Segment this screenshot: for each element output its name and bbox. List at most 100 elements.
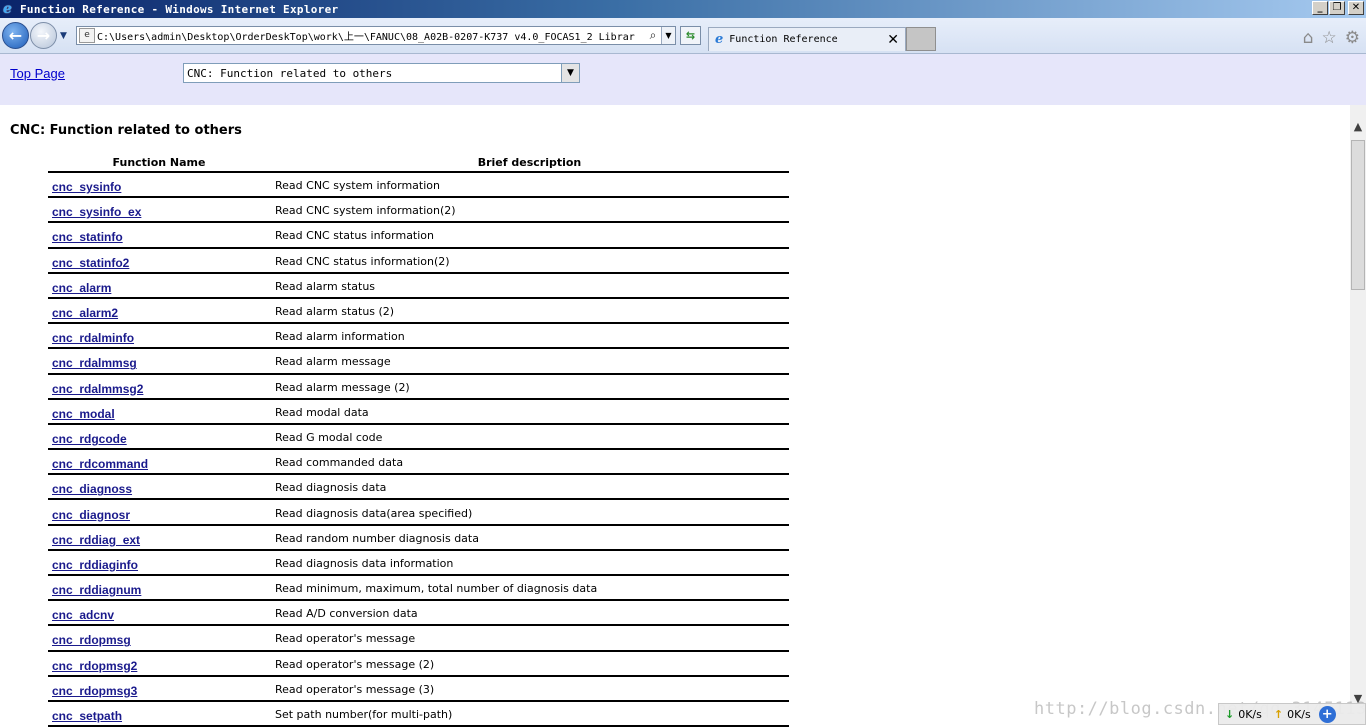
function-name-cell: cnc_rdalmmsg2 <box>48 373 270 400</box>
download-arrow-icon: ↓ <box>1225 707 1235 721</box>
scroll-thumb[interactable] <box>1351 140 1365 290</box>
table-row: cnc_rdalmmsg2 Read alarm message (2) <box>48 373 789 400</box>
function-name-cell: cnc_rdopmsg3 <box>48 675 270 702</box>
top-page-link[interactable]: Top Page <box>10 66 65 81</box>
function-name-cell: cnc_alarm <box>48 272 270 299</box>
function-description: Read operator's message (2) <box>270 650 789 677</box>
chevron-down-icon[interactable]: ▼ <box>561 64 579 82</box>
function-description: Set path number(for multi-path) <box>270 700 789 728</box>
function-description: Read alarm status <box>270 272 789 299</box>
table-row: cnc_rdgcode Read G modal code <box>48 423 789 451</box>
restore-button[interactable]: ❐ <box>1329 1 1345 15</box>
function-link[interactable]: cnc_rddiagnum <box>52 583 141 597</box>
window-title: Function Reference - Windows Internet Ex… <box>20 2 339 16</box>
forward-button[interactable]: → <box>30 22 57 49</box>
page-title: CNC: Function related to others <box>10 123 242 138</box>
function-link[interactable]: cnc_rdopmsg <box>52 633 131 647</box>
plus-icon[interactable]: + <box>1318 705 1336 723</box>
function-description: Read alarm status (2) <box>270 297 789 325</box>
minimize-button[interactable]: _ <box>1312 1 1328 15</box>
refresh-button[interactable]: ⇆ <box>680 26 701 45</box>
function-link[interactable]: cnc_statinfo <box>52 230 123 244</box>
function-description: Read diagnosis data information <box>270 549 789 577</box>
table-row: cnc_alarm Read alarm status <box>48 272 789 299</box>
function-link[interactable]: cnc_rdalmmsg2 <box>52 382 143 396</box>
function-name-cell: cnc_rdopmsg <box>48 625 270 652</box>
table-row: cnc_rdcommand Read commanded data <box>48 449 789 476</box>
function-link[interactable]: cnc_alarm <box>52 281 111 295</box>
vertical-scrollbar[interactable]: ▲ ▼ <box>1350 105 1366 705</box>
table-row: cnc_diagnoss Read diagnosis data <box>48 474 789 501</box>
page-content: CNC: Function related to others Function… <box>0 105 1350 728</box>
table-row: cnc_rddiaginfo Read diagnosis data inform… <box>48 549 789 577</box>
scroll-up-icon[interactable]: ▲ <box>1350 120 1366 133</box>
function-name-cell: cnc_statinfo2 <box>48 247 270 274</box>
function-name-cell: cnc_rdcommand <box>48 449 270 476</box>
function-link[interactable]: cnc_adcnv <box>52 608 114 622</box>
function-link[interactable]: cnc_setpath <box>52 709 122 723</box>
upload-arrow-icon: ↑ <box>1273 707 1284 721</box>
function-link[interactable]: cnc_diagnosr <box>52 508 130 522</box>
browser-toolbar: ← → ▼ e C:\Users\admin\Desktop\OrderDesk… <box>0 18 1366 54</box>
back-button[interactable]: ← <box>2 22 29 49</box>
function-link[interactable]: cnc_modal <box>52 407 115 421</box>
favorites-star-icon[interactable]: ☆ <box>1322 28 1337 48</box>
function-link[interactable]: cnc_rdalminfo <box>52 331 134 345</box>
function-name-cell: cnc_alarm2 <box>48 297 270 325</box>
table-row: cnc_rdopmsg Read operator's message <box>48 625 789 652</box>
function-link[interactable]: cnc_sysinfo <box>52 180 121 194</box>
function-name-cell: cnc_diagnoss <box>48 474 270 501</box>
column-header-name: Function Name <box>48 153 270 173</box>
address-bar[interactable]: e C:\Users\admin\Desktop\OrderDeskTop\wo… <box>76 26 676 45</box>
function-link[interactable]: cnc_rdopmsg2 <box>52 659 137 673</box>
function-link[interactable]: cnc_rddiag_ext <box>52 533 140 547</box>
function-name-cell: cnc_modal <box>48 398 270 425</box>
function-name-cell: cnc_statinfo <box>48 222 270 249</box>
function-name-cell: cnc_sysinfo <box>48 172 270 199</box>
home-icon[interactable]: ⌂ <box>1303 28 1314 48</box>
function-description: Read operator's message (3) <box>270 675 789 702</box>
toolbar-right-icons: ⌂ ☆ ⚙ <box>1303 28 1360 48</box>
ie-tab-icon: e <box>715 32 724 47</box>
function-link[interactable]: cnc_rdalmmsg <box>52 356 137 370</box>
recent-pages-dropdown-icon[interactable]: ▼ <box>60 31 67 41</box>
close-window-button[interactable]: ✕ <box>1348 1 1364 15</box>
table-row: cnc_alarm2 Read alarm status (2) <box>48 297 789 325</box>
table-row: cnc_setpath Set path number(for multi-pat… <box>48 700 789 728</box>
table-row: cnc_sysinfo Read CNC system information <box>48 172 789 199</box>
tab-function-reference[interactable]: e Function Reference ✕ <box>708 27 906 51</box>
function-link[interactable]: cnc_statinfo2 <box>52 256 129 270</box>
forward-arrow-icon: → <box>36 26 51 45</box>
table-row: cnc_rddiag_ext Read random number diagnos… <box>48 524 789 551</box>
back-arrow-icon: ← <box>8 26 23 45</box>
address-input[interactable]: C:\Users\admin\Desktop\OrderDeskTop\work… <box>97 28 645 43</box>
tab-close-button[interactable]: ✕ <box>887 32 899 48</box>
address-dropdown-icon[interactable]: ▼ <box>661 27 675 44</box>
upload-speed: 0K/s <box>1287 707 1311 721</box>
function-link[interactable]: cnc_rdcommand <box>52 457 148 471</box>
function-name-cell: cnc_sysinfo_ex <box>48 197 270 224</box>
function-link[interactable]: cnc_sysinfo_ex <box>52 205 141 219</box>
new-tab-button[interactable] <box>906 27 936 51</box>
table-row: cnc_rddiagnum Read minimum, maximum, tota… <box>48 575 789 602</box>
function-name-cell: cnc_rdgcode <box>48 423 270 451</box>
function-name-cell: cnc_rddiag_ext <box>48 524 270 551</box>
function-description: Read commanded data <box>270 449 789 476</box>
function-description: Read diagnosis data(area specified) <box>270 499 789 526</box>
function-link[interactable]: cnc_diagnoss <box>52 482 132 496</box>
gear-icon[interactable]: ⚙ <box>1345 28 1360 48</box>
function-description: Read random number diagnosis data <box>270 524 789 551</box>
search-icon[interactable]: ⌕ <box>645 28 661 43</box>
function-link[interactable]: cnc_rdgcode <box>52 432 127 446</box>
function-description: Read CNC system information <box>270 172 789 199</box>
page-header: Top Page CNC: Function related to others… <box>0 54 1366 105</box>
select-value: CNC: Function related to others <box>187 66 393 80</box>
function-link[interactable]: cnc_alarm2 <box>52 306 118 320</box>
window-title-bar: e Function Reference - Windows Internet … <box>0 0 1366 18</box>
function-description: Read diagnosis data <box>270 474 789 501</box>
function-category-select[interactable]: CNC: Function related to others ▼ <box>183 63 580 83</box>
table-row: cnc_rdopmsg2 Read operator's message (2) <box>48 650 789 677</box>
function-link[interactable]: cnc_rddiaginfo <box>52 558 138 572</box>
function-table: Function Name Brief description cnc_sysi… <box>48 153 789 728</box>
function-link[interactable]: cnc_rdopmsg3 <box>52 684 137 698</box>
